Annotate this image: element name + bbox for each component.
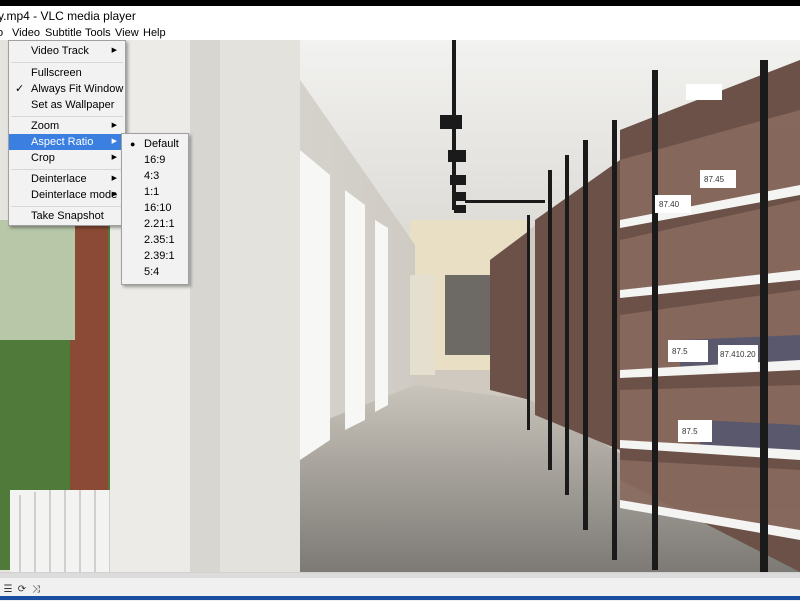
aspect-option-label: Default — [144, 138, 179, 150]
aspect-ratio-submenu: ● Default 16:9 4:3 1:1 16:10 2.21:1 2.35… — [121, 133, 189, 285]
aspect-option-2-21-1[interactable]: 2.21:1 — [122, 216, 188, 232]
menu-help[interactable]: Help — [143, 26, 166, 40]
menu-item-label: Aspect Ratio — [31, 136, 94, 148]
aspect-option-2-35-1[interactable]: 2.35:1 — [122, 232, 188, 248]
menu-item-take-snapshot[interactable]: Take Snapshot — [9, 208, 125, 224]
aspect-option-5-4[interactable]: 5:4 — [122, 264, 188, 280]
submenu-arrow-icon: ▶ — [111, 175, 117, 182]
aspect-option-default[interactable]: ● Default — [122, 136, 188, 152]
seek-bar[interactable] — [0, 573, 800, 578]
shuffle-icon[interactable]: ⤨ — [31, 585, 41, 595]
menu-item-deinterlace[interactable]: Deinterlace ▶ — [9, 171, 125, 187]
menu-separator — [11, 62, 123, 63]
menu-bar: o Video Subtitle Tools View Help — [0, 26, 800, 40]
menu-item-label: Fullscreen — [31, 67, 82, 79]
menu-item-label: Deinterlace mode — [31, 189, 118, 201]
taskbar-edge — [0, 596, 800, 600]
aspect-option-label: 1:1 — [144, 186, 160, 198]
menu-video[interactable]: Video — [12, 26, 40, 40]
menu-item-label: Video Track — [31, 45, 89, 57]
menu-item-crop[interactable]: Crop ▶ — [9, 150, 125, 166]
menu-item-deinterlace-mode[interactable]: Deinterlace mode ▶ — [9, 187, 125, 203]
submenu-arrow-icon: ▶ — [111, 122, 117, 129]
shelf-label: 87.410.20 — [720, 350, 756, 359]
aspect-option-4-3[interactable]: 4:3 — [122, 168, 188, 184]
aspect-option-label: 2.35:1 — [144, 234, 175, 246]
menu-item-zoom[interactable]: Zoom ▶ — [9, 118, 125, 134]
menu-separator — [11, 206, 123, 207]
submenu-arrow-icon: ▶ — [111, 138, 117, 145]
title-bar: y.mp4 - VLC media player — [0, 6, 800, 26]
submenu-arrow-icon: ▶ — [111, 191, 117, 198]
menu-subtitle[interactable]: Subtitle — [45, 26, 82, 40]
aspect-option-label: 16:10 — [144, 202, 172, 214]
menu-item-label: Zoom — [31, 120, 60, 132]
menu-item-always-fit-window[interactable]: ✓ Always Fit Window — [9, 81, 125, 97]
menu-item-label: Set as Wallpaper — [31, 99, 115, 111]
menu-item-fullscreen[interactable]: Fullscreen — [9, 65, 125, 81]
menu-item-label: Crop — [31, 152, 55, 164]
shelf-label: 87.5 — [672, 347, 688, 356]
aspect-option-1-1[interactable]: 1:1 — [122, 184, 188, 200]
shelf-label: 87.45 — [704, 175, 725, 184]
window-title: y.mp4 - VLC media player — [0, 9, 136, 23]
playlist-icon[interactable]: ☰ — [3, 585, 13, 595]
video-menu: Video Track ▶ Fullscreen ✓ Always Fit Wi… — [8, 40, 126, 226]
shelf-label: 87.5 — [682, 427, 698, 436]
aspect-option-2-39-1[interactable]: 2.39:1 — [122, 248, 188, 264]
selected-radio-icon: ● — [130, 139, 136, 149]
aspect-option-label: 16:9 — [144, 154, 166, 166]
menu-separator — [11, 169, 123, 170]
aspect-option-16-10[interactable]: 16:10 — [122, 200, 188, 216]
aspect-option-label: 2.39:1 — [144, 250, 175, 262]
menu-item-label: Always Fit Window — [31, 83, 124, 95]
menu-item-aspect-ratio[interactable]: Aspect Ratio ▶ — [9, 134, 125, 150]
menu-tools[interactable]: Tools — [85, 26, 111, 40]
menu-view[interactable]: View — [115, 26, 139, 40]
menu-media-partial[interactable]: o — [0, 26, 3, 40]
menu-item-video-track[interactable]: Video Track ▶ — [9, 43, 125, 59]
menu-separator — [11, 116, 123, 117]
menu-item-label: Deinterlace — [31, 173, 87, 185]
menu-item-set-as-wallpaper[interactable]: Set as Wallpaper — [9, 97, 125, 113]
menu-item-label: Take Snapshot — [31, 210, 104, 222]
submenu-arrow-icon: ▶ — [111, 47, 117, 54]
aspect-option-label: 5:4 — [144, 266, 160, 278]
loop-icon[interactable]: ⟳ — [17, 585, 27, 595]
aspect-option-label: 2.21:1 — [144, 218, 175, 230]
checkmark-icon: ✓ — [15, 83, 25, 95]
aspect-option-label: 4:3 — [144, 170, 160, 182]
shelf-label: 87.40 — [659, 200, 680, 209]
aspect-option-16-9[interactable]: 16:9 — [122, 152, 188, 168]
submenu-arrow-icon: ▶ — [111, 154, 117, 161]
